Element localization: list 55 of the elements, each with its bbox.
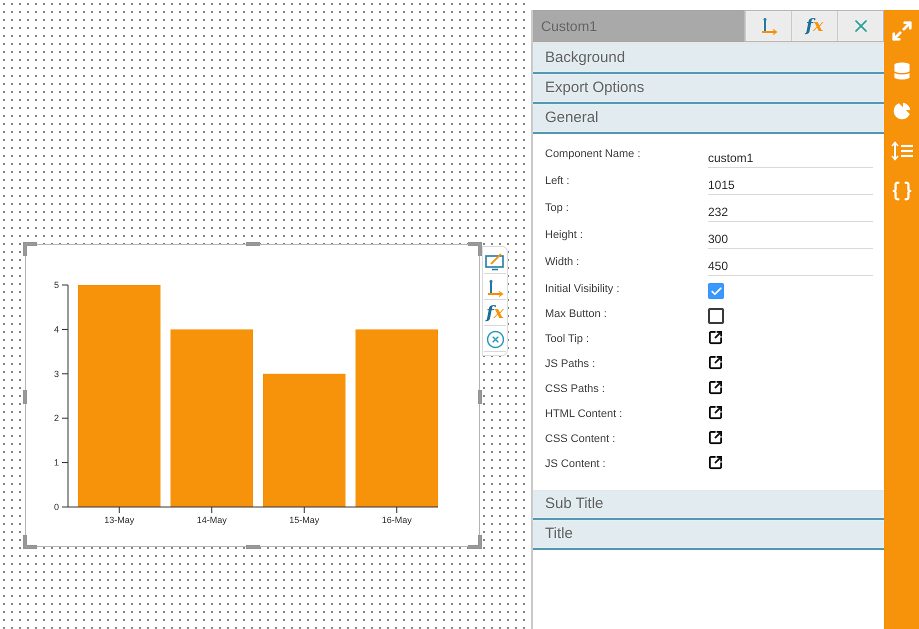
expand-icon[interactable] [890, 20, 912, 42]
property-label: Tool Tip : [545, 332, 590, 347]
property-label: JS Paths : [545, 357, 596, 372]
code-braces-icon[interactable] [890, 180, 912, 202]
function-icon: fx [806, 18, 824, 34]
section-header[interactable]: Background [533, 44, 884, 74]
section-header[interactable]: General [533, 104, 884, 134]
sort-list-icon [890, 141, 912, 161]
text-field[interactable]: 450 [708, 252, 873, 276]
x-tick-label: 13-May [104, 515, 134, 525]
y-tick-label: 3 [54, 368, 59, 379]
text-field[interactable]: 300 [708, 225, 873, 249]
x-tick-label: 16-May [382, 515, 412, 525]
function-icon: fx [486, 305, 504, 322]
property-label: Height : [545, 228, 584, 243]
chart-component[interactable]: 0 1 2 3 4 5 13-May 14-May 15-May 16-May [25, 244, 480, 547]
y-tick-label: 4 [54, 324, 59, 334]
axes-icon [486, 278, 504, 296]
property-label: HTML Content : [545, 407, 624, 422]
open-external-icon[interactable] [708, 380, 723, 395]
y-tick-label: 1 [54, 458, 59, 468]
monitor-pen-icon [485, 252, 505, 270]
open-external-icon[interactable] [708, 430, 723, 445]
toolbar-button[interactable]: fx [484, 302, 506, 326]
property-label: Max Button : [545, 307, 608, 322]
open-external-icon[interactable] [708, 355, 723, 370]
property-label: CSS Content : [545, 432, 616, 447]
pie-chart-icon[interactable] [890, 100, 912, 122]
text-field[interactable]: 1015 [708, 171, 873, 195]
panel-title: Custom1 [540, 16, 598, 36]
open-external-icon[interactable] [708, 455, 723, 470]
axes-icon [760, 17, 778, 35]
x-tick-label: 15-May [289, 515, 320, 525]
y-tick-label: 2 [54, 413, 59, 424]
property-label: Component Name : [545, 147, 642, 162]
property-label: Top : [545, 201, 570, 216]
text-field[interactable]: 232 [708, 198, 873, 222]
toolbar-button[interactable] [484, 328, 506, 352]
property-label: Width : [545, 255, 580, 270]
y-tick-label: 0 [54, 502, 59, 512]
section-header[interactable]: Title [533, 520, 884, 550]
open-external-icon[interactable] [708, 405, 723, 420]
property-label: JS Content : [545, 457, 607, 472]
remove-icon [486, 330, 504, 349]
property-label: CSS Paths : [545, 382, 606, 397]
y-tick-label: 5 [54, 280, 59, 290]
text-field[interactable]: custom1 [708, 144, 873, 168]
x-tick-label: 14-May [196, 515, 227, 525]
checkbox[interactable] [708, 283, 724, 299]
open-external-icon[interactable] [708, 330, 723, 345]
checkbox[interactable] [708, 308, 724, 324]
property-label: Left : [545, 174, 570, 189]
property-label: Initial Visibility : [545, 282, 620, 297]
section-header[interactable]: Export Options [533, 74, 884, 104]
section-header[interactable]: Sub Title [533, 490, 884, 520]
